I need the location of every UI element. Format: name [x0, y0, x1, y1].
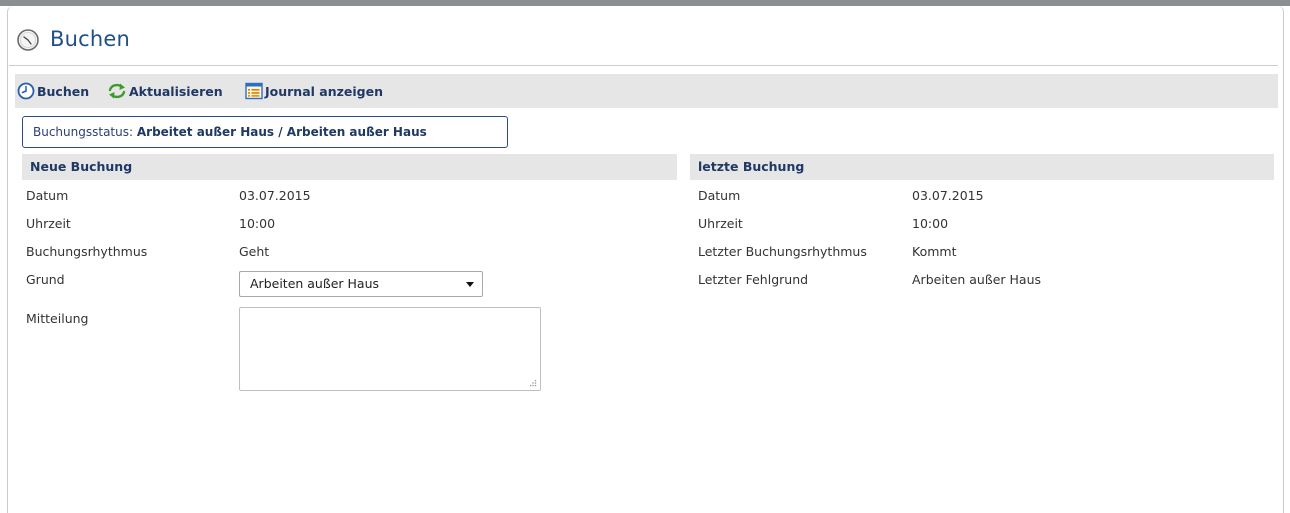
buchungsrhythmus-label: Buchungsrhythmus [26, 244, 148, 259]
journal-anzeigen-button-label: Journal anzeigen [265, 83, 383, 99]
booking-status-box: Buchungsstatus: Arbeitet außer Haus / Ar… [22, 116, 508, 148]
clock-icon [17, 29, 39, 51]
buchungsrhythmus-value: Geht [239, 244, 270, 259]
aktualisieren-button[interactable]: Aktualisieren [107, 81, 223, 101]
neue-datum-label: Datum [26, 188, 69, 203]
clock-arrow-icon [17, 82, 35, 100]
letzter-fehlgrund-label: Letzter Fehlgrund [698, 272, 809, 287]
mitteilung-label: Mitteilung [26, 311, 89, 326]
page-header: Buchen [9, 23, 1278, 66]
journal-list-icon [245, 82, 263, 100]
buchen-button-label: Buchen [37, 83, 90, 99]
journal-anzeigen-button[interactable]: Journal anzeigen [245, 81, 383, 101]
letzter-fehlgrund-value: Arbeiten außer Haus [912, 272, 1042, 287]
booking-status-label: Buchungsstatus: [33, 125, 134, 139]
resize-grip-icon[interactable] [529, 379, 537, 387]
page-title: Buchen [50, 27, 131, 51]
letzte-uhrzeit-value: 10:00 [912, 216, 949, 231]
neue-datum-value: 03.07.2015 [239, 188, 311, 203]
grund-select-value: Arbeiten außer Haus [250, 276, 380, 291]
refresh-icon [108, 83, 126, 99]
letzte-buchung-heading: letzte Buchung [690, 154, 1274, 180]
grund-label: Grund [26, 272, 65, 287]
letzter-buchungsrhythmus-value: Kommt [912, 244, 957, 259]
letzte-datum-label: Datum [698, 188, 741, 203]
neue-uhrzeit-label: Uhrzeit [26, 216, 71, 231]
toolbar: Buchen Aktualisieren Journal anzeigen [15, 74, 1278, 108]
booking-status-value: Arbeitet außer Haus / Arbeiten außer Hau… [136, 125, 427, 139]
letzte-uhrzeit-label: Uhrzeit [698, 216, 743, 231]
mitteilung-textarea[interactable] [239, 307, 541, 391]
chevron-down-icon [466, 282, 474, 287]
neue-uhrzeit-value: 10:00 [239, 216, 276, 231]
aktualisieren-button-label: Aktualisieren [129, 83, 223, 99]
neue-buchung-heading: Neue Buchung [22, 154, 677, 180]
buchen-button[interactable]: Buchen [17, 81, 89, 101]
letzter-buchungsrhythmus-label: Letzter Buchungsrhythmus [698, 244, 867, 259]
grund-select[interactable]: Arbeiten außer Haus [239, 271, 483, 297]
letzte-datum-value: 03.07.2015 [912, 188, 984, 203]
